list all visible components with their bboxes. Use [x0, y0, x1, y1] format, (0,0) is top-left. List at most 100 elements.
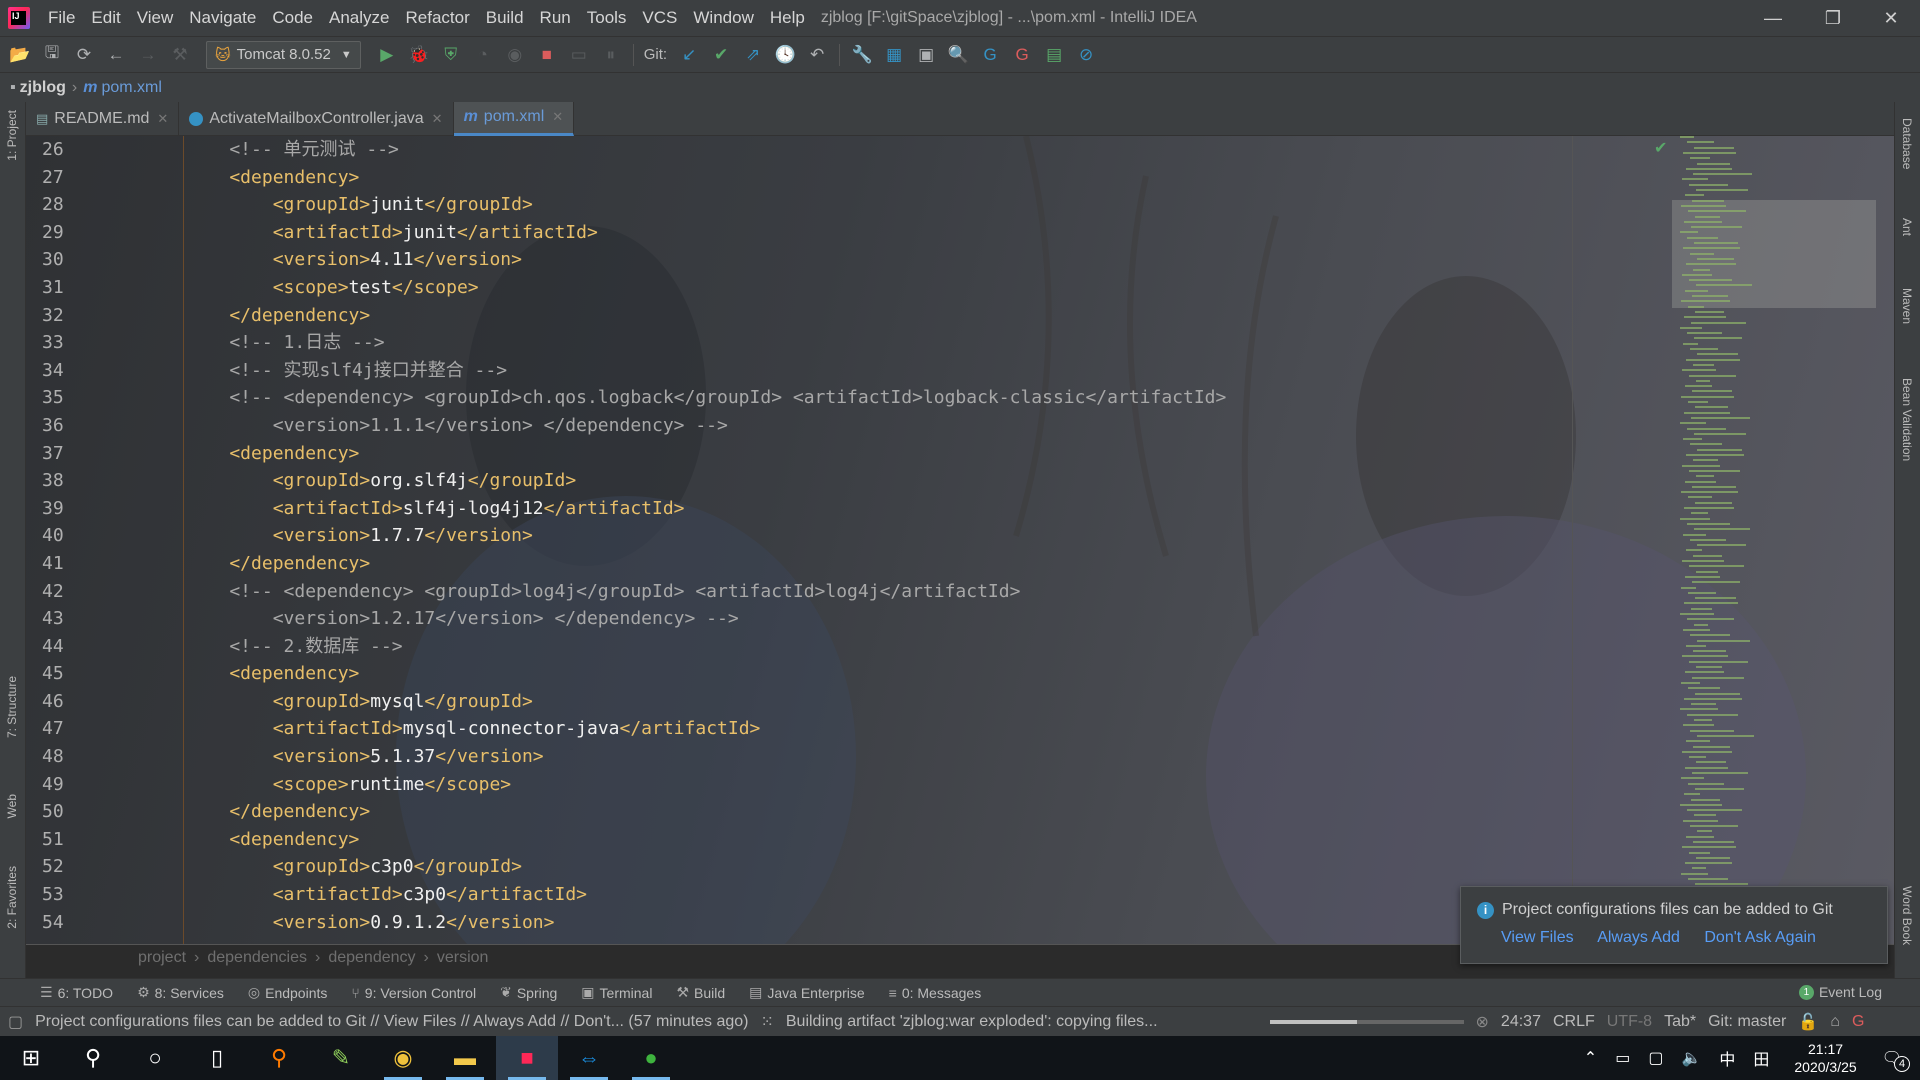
- everything-search-icon[interactable]: ⚲: [248, 1036, 310, 1080]
- menu-view[interactable]: View: [129, 0, 182, 36]
- settings-wrench-icon[interactable]: 🔧: [848, 41, 876, 69]
- line-number[interactable]: 42: [26, 578, 186, 606]
- statistic-icon[interactable]: ▤: [1040, 41, 1068, 69]
- line-number[interactable]: 48: [26, 743, 186, 771]
- code-minimap[interactable]: [1672, 136, 1876, 944]
- code-line[interactable]: <artifactId>junit</artifactId>: [186, 219, 1566, 247]
- project-tool-tab[interactable]: 1: Project: [5, 110, 19, 161]
- line-number[interactable]: 39: [26, 495, 186, 523]
- line-number[interactable]: 38: [26, 467, 186, 495]
- translate-alt-icon[interactable]: G: [1008, 41, 1036, 69]
- restore-button[interactable]: ❐: [1804, 0, 1862, 36]
- tool-window-spring[interactable]: ❦ Spring: [500, 984, 557, 1001]
- code-line[interactable]: <groupId>c3p0</groupId>: [186, 853, 1566, 881]
- cancel-task-icon[interactable]: ⊗: [1476, 1012, 1489, 1032]
- code-line[interactable]: <version>1.1.1</version> </dependency> -…: [186, 412, 1566, 440]
- favorites-tool-tab[interactable]: 2: Favorites: [5, 866, 19, 929]
- code-editor[interactable]: 26 27 28 29 30 31 32 33 34 35 36 37 38 39 40 41 42 43 44 45…: [26, 136, 1894, 944]
- line-number[interactable]: 46: [26, 688, 186, 716]
- tool-window-services[interactable]: ⚙ 8: Services: [137, 984, 224, 1001]
- structure-tool-tab[interactable]: 7: Structure: [5, 676, 19, 738]
- line-number[interactable]: 40: [26, 522, 186, 550]
- code-line[interactable]: </dependency>: [186, 302, 1566, 330]
- breadcrumb-item[interactable]: dependency: [328, 949, 415, 967]
- breadcrumb-item[interactable]: dependencies: [207, 949, 307, 967]
- code-line[interactable]: <version>1.2.17</version> </dependency> …: [186, 605, 1566, 633]
- code-line[interactable]: <groupId>junit</groupId>: [186, 191, 1566, 219]
- status-message[interactable]: Project configurations files can be adde…: [35, 1013, 748, 1031]
- close-icon[interactable]: ✕: [157, 111, 168, 127]
- intellij-taskbar-icon[interactable]: ■: [496, 1036, 558, 1080]
- action-center-icon[interactable]: 🗨 4: [1882, 1048, 1910, 1072]
- code-line[interactable]: <artifactId>slf4j-log4j12</artifactId>: [186, 495, 1566, 523]
- close-button[interactable]: ✕: [1862, 0, 1920, 36]
- menu-file[interactable]: File: [40, 0, 83, 36]
- menu-vcs[interactable]: VCS: [634, 0, 685, 36]
- tool-window-version-control[interactable]: ⑂ 9: Version Control: [351, 985, 476, 1001]
- menu-help[interactable]: Help: [762, 0, 813, 36]
- search-icon[interactable]: 🔍: [944, 41, 972, 69]
- line-number[interactable]: 45: [26, 660, 186, 688]
- code-line[interactable]: <!-- <dependency> <groupId>log4j</groupI…: [186, 578, 1566, 606]
- teamviewer-icon[interactable]: ⇔: [558, 1036, 620, 1080]
- debug-icon[interactable]: 🐞: [405, 41, 433, 69]
- git-branch[interactable]: Git: master: [1708, 1013, 1786, 1031]
- git-update-icon[interactable]: ↙: [675, 41, 703, 69]
- translate-icon[interactable]: G: [976, 41, 1004, 69]
- view-files-link[interactable]: View Files: [1501, 929, 1574, 946]
- event-log-button[interactable]: 1 Event Log: [1798, 978, 1882, 1006]
- ime-indicator[interactable]: 中: [1719, 1046, 1735, 1070]
- menu-tools[interactable]: Tools: [579, 0, 635, 36]
- line-number[interactable]: 28: [26, 191, 186, 219]
- word-book-tool-tab[interactable]: Word Book: [1900, 886, 1914, 945]
- line-number[interactable]: 31: [26, 274, 186, 302]
- code-line[interactable]: <artifactId>c3p0</artifactId>: [186, 881, 1566, 909]
- code-line[interactable]: <dependency>: [186, 440, 1566, 468]
- code-line[interactable]: <dependency>: [186, 660, 1566, 688]
- git-commit-icon[interactable]: ✔: [707, 41, 735, 69]
- code-line[interactable]: <!-- 2.数据库 -->: [186, 633, 1566, 661]
- search-icon[interactable]: ⚲: [62, 1036, 124, 1080]
- windows-start-icon[interactable]: ⊞: [0, 1036, 62, 1080]
- task-view-icon[interactable]: ▯: [186, 1036, 248, 1080]
- line-number[interactable]: 32: [26, 302, 186, 330]
- code-line[interactable]: <version>5.1.37</version>: [186, 743, 1566, 771]
- web-tool-tab[interactable]: Web: [5, 794, 19, 818]
- run-icon[interactable]: ▶: [373, 41, 401, 69]
- git-push-icon[interactable]: ⇗: [739, 41, 767, 69]
- rollback-icon[interactable]: ↶: [803, 41, 831, 69]
- close-icon[interactable]: ✕: [552, 109, 563, 125]
- notepad-plus-plus-icon[interactable]: ✎: [310, 1036, 372, 1080]
- project-structure-icon[interactable]: ▦: [880, 41, 908, 69]
- run-configuration-select[interactable]: 🐱 Tomcat 8.0.52 ▼: [206, 40, 361, 69]
- ant-tool-tab[interactable]: Ant: [1900, 218, 1914, 236]
- code-line[interactable]: <version>4.11</version>: [186, 246, 1566, 274]
- line-number[interactable]: 50: [26, 798, 186, 826]
- code-line[interactable]: <artifactId>mysql-connector-java</artifa…: [186, 715, 1566, 743]
- tool-window-build[interactable]: ⚒ Build: [676, 984, 725, 1001]
- code-line[interactable]: <!-- 单元测试 -->: [186, 136, 1566, 164]
- minimize-button[interactable]: —: [1744, 0, 1802, 36]
- line-number[interactable]: 29: [26, 219, 186, 247]
- line-separator[interactable]: CRLF: [1553, 1013, 1595, 1031]
- line-number[interactable]: 43: [26, 605, 186, 633]
- chrome-icon[interactable]: ◉: [372, 1036, 434, 1080]
- tab-readme[interactable]: ▤ README.md ✕: [26, 101, 180, 136]
- tool-window-todo[interactable]: ☰ 6: TODO: [40, 984, 113, 1001]
- pause-icon[interactable]: ⏸: [597, 41, 625, 69]
- file-encoding[interactable]: UTF-8: [1607, 1013, 1652, 1031]
- toggle-tool-windows-icon[interactable]: ▢: [8, 1012, 23, 1032]
- layout-icon[interactable]: ▭: [565, 41, 593, 69]
- menu-analyze[interactable]: Analyze: [321, 0, 397, 36]
- memory-indicator-icon[interactable]: ⌂: [1830, 1013, 1840, 1031]
- code-lines[interactable]: <!-- 单元测试 --> <dependency> <groupId>juni…: [186, 136, 1566, 944]
- menu-refactor[interactable]: Refactor: [397, 0, 477, 36]
- line-number[interactable]: 27: [26, 164, 186, 192]
- breadcrumb-item[interactable]: version: [437, 949, 489, 967]
- code-line[interactable]: <scope>test</scope>: [186, 274, 1566, 302]
- cortana-icon[interactable]: ○: [124, 1036, 186, 1080]
- code-line[interactable]: <dependency>: [186, 826, 1566, 854]
- code-line[interactable]: <dependency>: [186, 164, 1566, 192]
- volume-icon[interactable]: 🔈: [1681, 1048, 1701, 1068]
- line-number[interactable]: 51: [26, 826, 186, 854]
